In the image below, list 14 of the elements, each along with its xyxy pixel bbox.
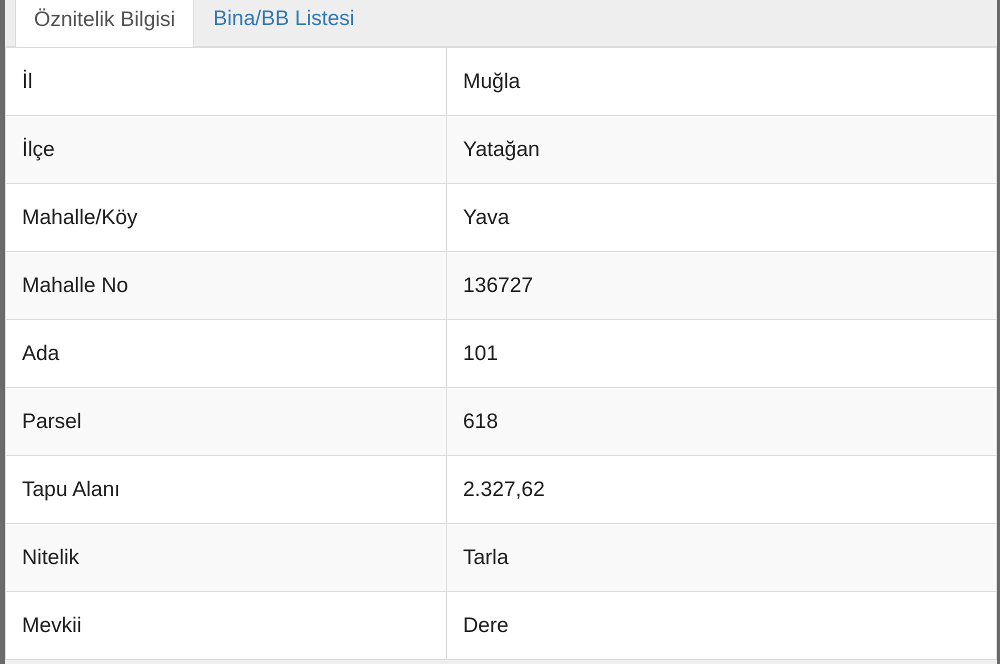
value-cell: Yatağan [446, 116, 996, 184]
label-cell: Parsel [6, 388, 446, 456]
tab[interactable]: Öznitelik Bilgisi [15, 0, 194, 47]
label-cell: İlçe [6, 116, 446, 184]
value-cell: Tarla [446, 524, 996, 592]
value-cell: 618 [446, 388, 996, 456]
label-cell: İl [6, 48, 446, 116]
value-cell: Dere [446, 592, 996, 660]
label-cell: Mevkii [6, 592, 446, 660]
label-cell: Mahalle No [6, 252, 446, 320]
value-cell: 136727 [446, 252, 996, 320]
tab[interactable]: Bina/BB Listesi [194, 0, 374, 46]
label-cell: Nitelik [6, 524, 446, 592]
value-cell: Muğla [446, 48, 996, 116]
